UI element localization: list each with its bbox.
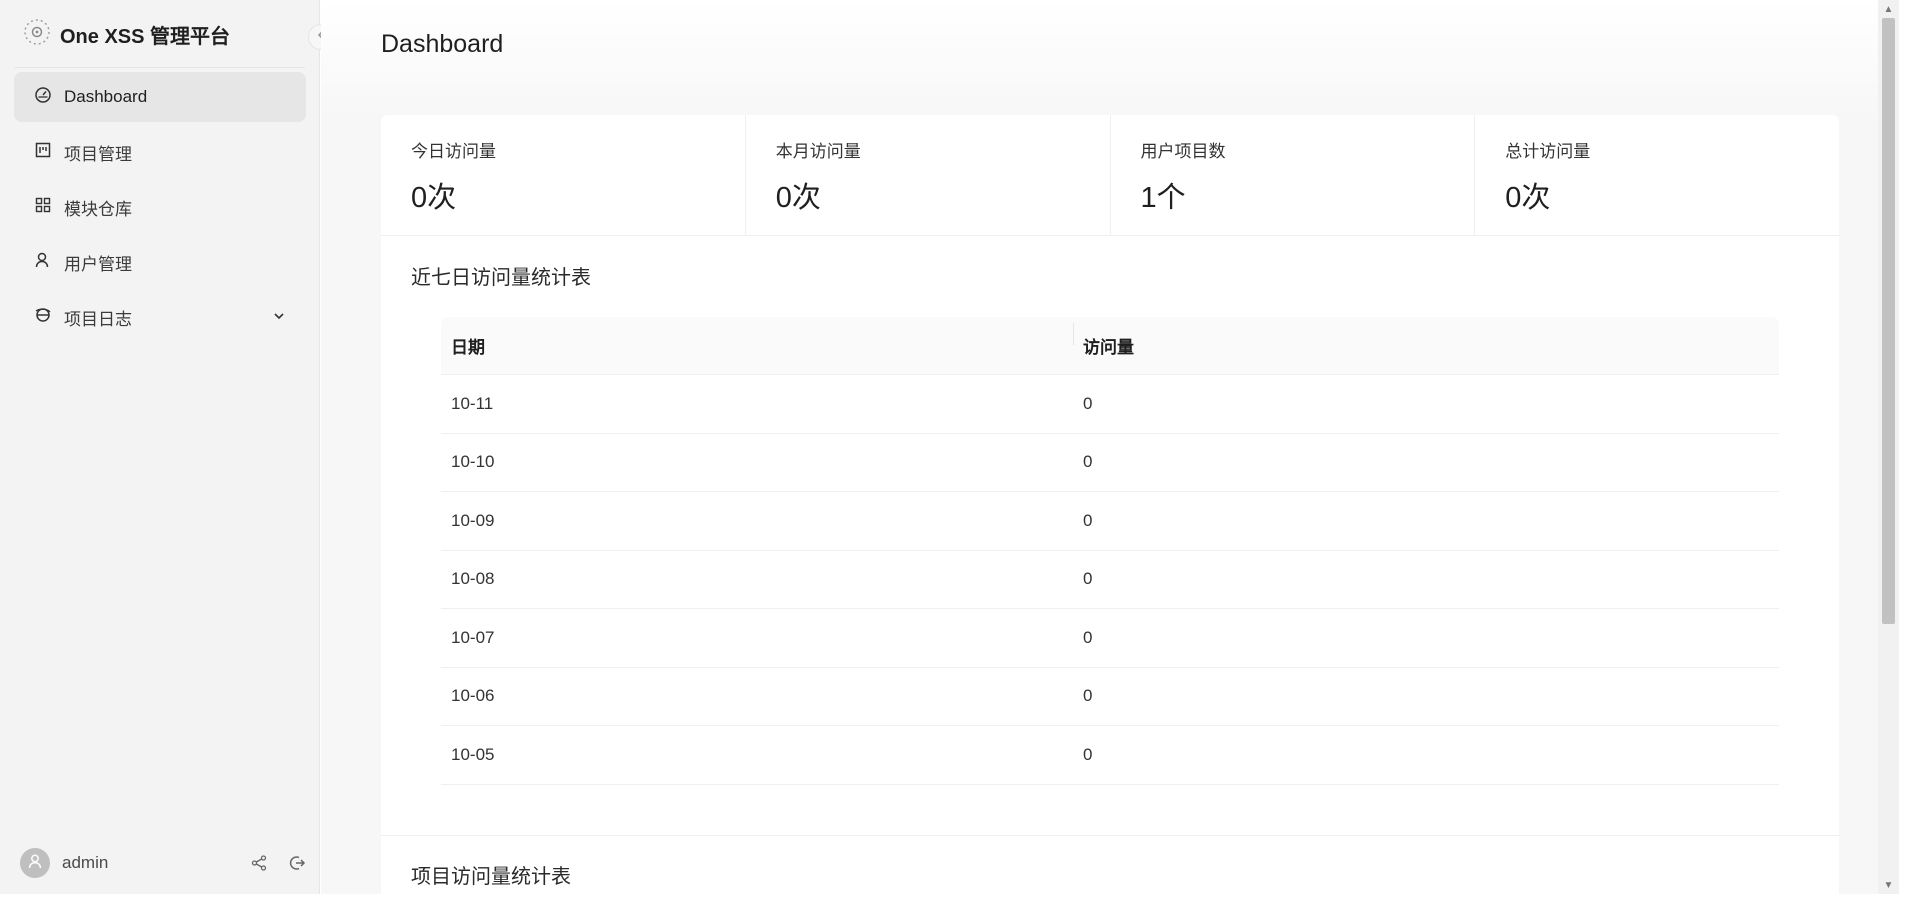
- stat-value: 1个: [1140, 182, 1186, 214]
- cell-visits: 0: [1083, 686, 1093, 706]
- stat-label: 今日访问量: [411, 142, 496, 161]
- cell-date: 10-06: [451, 686, 495, 706]
- sidebar-menu: Dashboard 项目管理 模块仓库 用户管理 项目日志: [14, 72, 306, 347]
- stat-user-projects: 用户项目数 1个: [1111, 115, 1476, 235]
- table-row: 10-07 0: [441, 609, 1779, 668]
- user-actions: [250, 854, 306, 872]
- sidebar-divider: [14, 67, 305, 68]
- table-row: 10-10 0: [441, 434, 1779, 492]
- stat-value: 0次: [1505, 182, 1551, 214]
- sidebar-item-modules[interactable]: 模块仓库: [14, 182, 306, 232]
- project-visits-title: 项目访问量统计表: [411, 866, 571, 888]
- cell-visits: 0: [1083, 569, 1093, 589]
- stats-row: 今日访问量 0次 本月访问量 0次 用户项目数 1个 总计访问量 0次: [381, 115, 1839, 236]
- stat-label: 总计访问量: [1505, 142, 1591, 161]
- stat-today-visits: 今日访问量 0次: [381, 115, 746, 235]
- share-icon[interactable]: [250, 854, 268, 872]
- cell-visits: 0: [1083, 627, 1093, 647]
- cell-date: 10-11: [451, 393, 494, 413]
- table-row: 10-08 0: [441, 551, 1779, 609]
- chevron-down-icon[interactable]: [272, 308, 286, 328]
- table-row: 10-11 0: [441, 375, 1779, 434]
- sidebar-item-label: Dashboard: [64, 87, 148, 106]
- scroll-thumb[interactable]: [1882, 18, 1895, 624]
- cell-visits: 0: [1083, 452, 1093, 472]
- table-row: 10-06 0: [441, 668, 1779, 726]
- logout-icon[interactable]: [288, 854, 306, 872]
- cell-visits: 0: [1083, 744, 1093, 764]
- sidebar-item-label: 模块仓库: [64, 199, 132, 219]
- weekly-visits-title: 近七日访问量统计表: [411, 267, 591, 289]
- project-icon: [34, 141, 52, 164]
- cell-date: 10-07: [451, 627, 495, 647]
- stat-total-visits: 总计访问量 0次: [1475, 115, 1839, 235]
- stat-month-visits: 本月访问量 0次: [746, 115, 1111, 235]
- cell-date: 10-05: [451, 744, 495, 764]
- sidebar-item-users[interactable]: 用户管理: [14, 237, 306, 287]
- brand[interactable]: One XSS 管理平台: [22, 16, 230, 52]
- stat-value: 0次: [775, 182, 821, 214]
- cell-date: 10-09: [451, 510, 495, 530]
- stat-label: 本月访问量: [775, 142, 861, 161]
- sidebar-item-label: 项目日志: [64, 309, 132, 329]
- table-header: 日期 访问量: [441, 317, 1779, 375]
- cell-visits: 0: [1083, 393, 1093, 413]
- app-title: One XSS 管理平台: [60, 25, 231, 48]
- app: One XSS 管理平台 Dashboard 项目管理 模块仓库 用户管理 项目…: [0, 0, 1920, 915]
- stat-label: 用户项目数: [1140, 142, 1226, 161]
- column-header-visits[interactable]: 访问量: [1073, 323, 1779, 358]
- column-header-date[interactable]: 日期: [441, 333, 1073, 358]
- table-row: 10-09 0: [441, 492, 1779, 551]
- table-row: 10-05 0: [441, 726, 1779, 785]
- person-icon: [26, 852, 44, 875]
- sidebar: One XSS 管理平台 Dashboard 项目管理 模块仓库 用户管理 项目…: [0, 0, 334, 894]
- user-icon: [34, 251, 52, 274]
- log-icon: [34, 306, 52, 329]
- stat-value: 0次: [411, 182, 457, 214]
- sidebar-item-label: 项目管理: [64, 144, 132, 164]
- dashboard-icon: [34, 86, 52, 109]
- cell-date: 10-08: [451, 569, 495, 589]
- scroll-up-arrow[interactable]: ▲: [1878, 0, 1899, 18]
- section-divider: [381, 835, 1839, 836]
- module-icon: [34, 196, 52, 219]
- main-content: Dashboard 今日访问量 0次 本月访问量 0次 用户项目数 1个 总计访…: [321, 0, 1899, 915]
- cell-visits: 0: [1083, 510, 1093, 530]
- cell-date: 10-10: [451, 452, 495, 472]
- sidebar-item-dashboard[interactable]: Dashboard: [14, 72, 306, 122]
- user-name: admin: [62, 853, 109, 872]
- avatar[interactable]: [20, 848, 50, 878]
- scrollbar[interactable]: ▲ ▼: [1878, 0, 1899, 894]
- logo-icon: [22, 17, 52, 52]
- dashboard-card: 今日访问量 0次 本月访问量 0次 用户项目数 1个 总计访问量 0次 近七日访…: [381, 115, 1839, 915]
- weekly-visits-table: 日期 访问量 10-11 0 10-10 0 10-09 0 10-08 0 1…: [441, 317, 1779, 785]
- sidebar-item-label: 用户管理: [64, 254, 132, 274]
- sidebar-item-logs[interactable]: 项目日志: [14, 292, 306, 342]
- scroll-down-arrow[interactable]: ▼: [1878, 876, 1899, 894]
- page-title: Dashboard: [381, 30, 504, 58]
- sidebar-item-projects[interactable]: 项目管理: [14, 127, 306, 177]
- user-bar: admin: [20, 846, 306, 880]
